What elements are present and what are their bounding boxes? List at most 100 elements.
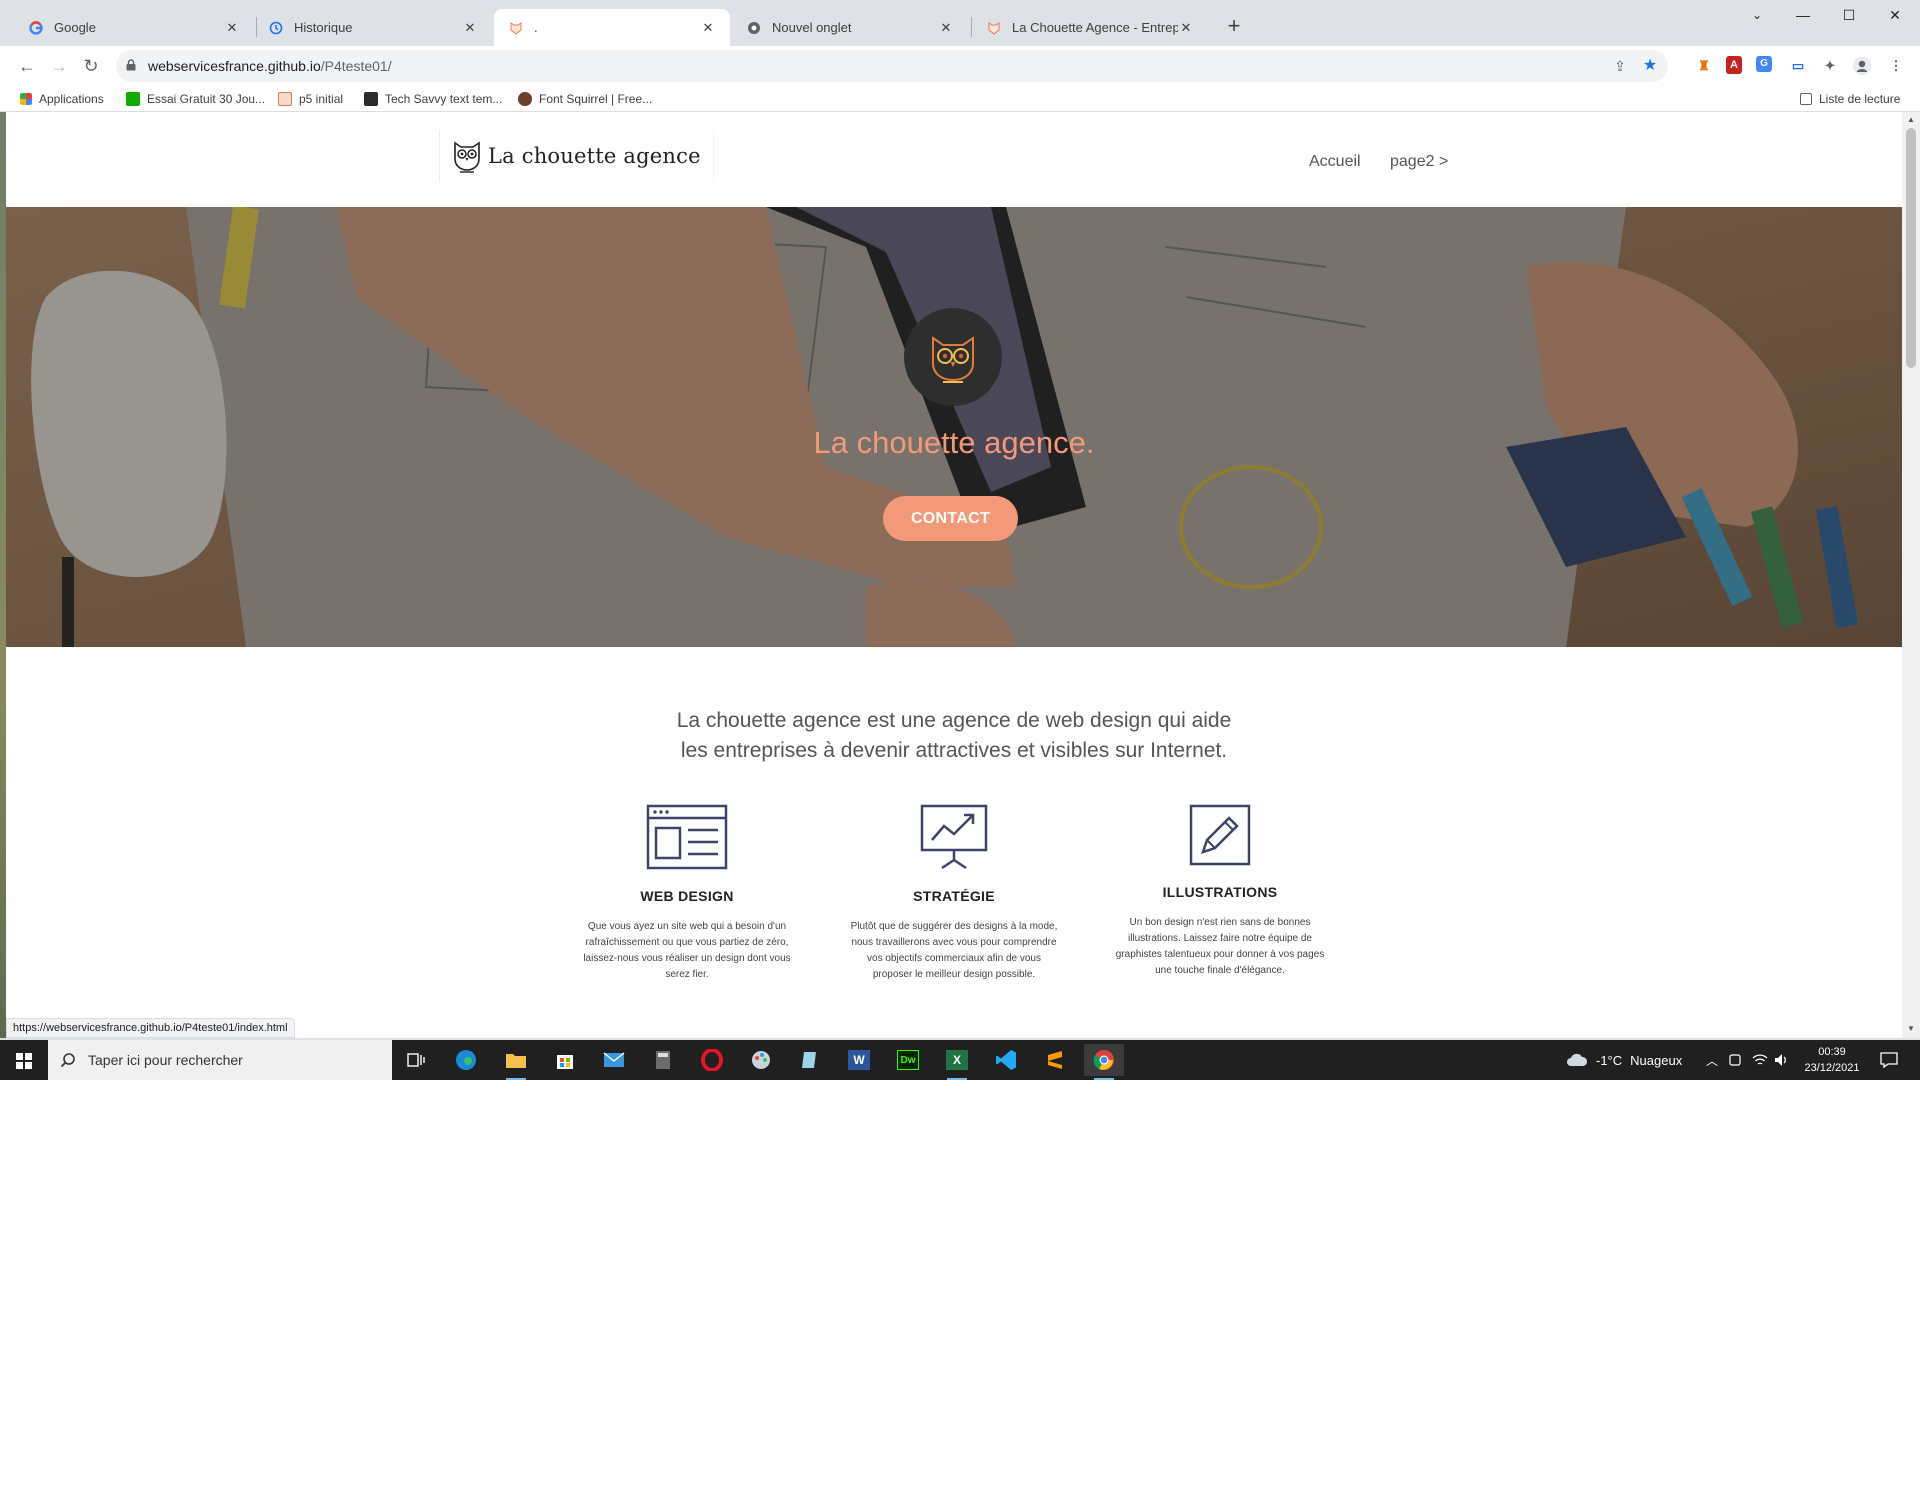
- word-icon[interactable]: W: [839, 1044, 879, 1076]
- tab-historique[interactable]: Historique ✕: [254, 9, 492, 46]
- extension-icon[interactable]: ♜: [1694, 56, 1714, 76]
- url-text[interactable]: webservicesfrance.github.io/P4teste01/: [148, 58, 392, 74]
- tab-chouette-agence[interactable]: La Chouette Agence - Entreprise ✕: [972, 9, 1208, 46]
- close-tab-icon[interactable]: ✕: [224, 20, 240, 36]
- feature-description-line: une touche finale d'élégance.: [1155, 965, 1285, 976]
- wifi-icon[interactable]: [1752, 1040, 1768, 1080]
- new-tab-button[interactable]: +: [1220, 12, 1248, 40]
- search-placeholder: Taper ici pour rechercher: [88, 1052, 243, 1068]
- feature-description-line: rafraîchissement ou que vous partiez de …: [585, 937, 789, 948]
- hero-title: La chouette agence.: [813, 425, 1095, 460]
- feature-web-design: WEB DESIGN Que vous ayez un site web qui…: [567, 804, 807, 983]
- feature-description-line: Que vous ayez un site web qui a besoin d…: [587, 921, 787, 932]
- meet-now-icon[interactable]: [1728, 1040, 1742, 1080]
- owl-logo-icon: [454, 141, 480, 173]
- close-tab-icon[interactable]: ✕: [462, 20, 478, 36]
- upwork-icon: [126, 92, 140, 106]
- tab-active-site[interactable]: . ✕: [494, 9, 730, 46]
- page-scrollbar[interactable]: ▲ ▼: [1902, 112, 1920, 1038]
- hero-section: La chouette agence. CONTACT: [6, 207, 1902, 647]
- feature-description-line: vos objectifs commerciaux afin de vous: [867, 953, 1041, 964]
- browser-toolbar: ← → ↻ webservicesfrance.github.io/P4test…: [0, 46, 1920, 86]
- taskbar-search[interactable]: Taper ici pour rechercher: [48, 1040, 392, 1080]
- close-tab-icon[interactable]: ✕: [700, 20, 716, 36]
- owl-favicon-icon: [508, 20, 524, 36]
- mail-icon[interactable]: [594, 1044, 634, 1076]
- tab-label: La Chouette Agence - Entreprise: [1012, 20, 1178, 35]
- notifications-icon[interactable]: [1880, 1040, 1898, 1080]
- contact-button[interactable]: CONTACT: [883, 496, 1018, 541]
- tab-search-chevron-icon[interactable]: ⌄: [1734, 0, 1780, 30]
- site-logo[interactable]: La chouette agence: [439, 130, 714, 182]
- intro-line: les entreprises à devenir attractives et…: [680, 739, 1228, 762]
- close-tab-icon[interactable]: ✕: [1178, 20, 1194, 36]
- start-button[interactable]: [0, 1040, 48, 1080]
- tab-nouvel-onglet[interactable]: Nouvel onglet ✕: [732, 9, 968, 46]
- task-view-icon[interactable]: [396, 1044, 436, 1076]
- close-tab-icon[interactable]: ✕: [938, 20, 954, 36]
- minimize-button[interactable]: —: [1780, 0, 1826, 30]
- vscode-icon[interactable]: [986, 1044, 1026, 1076]
- google-icon: [28, 20, 44, 36]
- bookmark-tech-savvy[interactable]: Tech Savvy text tem...: [364, 90, 502, 108]
- bookmark-applications[interactable]: Applications: [20, 90, 104, 108]
- paint-icon[interactable]: [741, 1044, 781, 1076]
- scroll-down-arrow-icon[interactable]: ▼: [1906, 1024, 1916, 1033]
- feature-description-line: graphistes talentueux pour donner à vos …: [1115, 949, 1325, 960]
- reload-icon[interactable]: ↻: [78, 53, 104, 79]
- feature-description-line: serez fier.: [665, 969, 709, 980]
- extensions-puzzle-icon[interactable]: ✦: [1820, 56, 1840, 76]
- reading-list-label: Liste de lecture: [1819, 92, 1901, 106]
- dreamweaver-icon[interactable]: Dw: [888, 1044, 928, 1076]
- taskbar-clock[interactable]: 00:39 23/12/2021: [1788, 1044, 1876, 1076]
- clock-date: 23/12/2021: [1804, 1062, 1860, 1074]
- share-icon[interactable]: ⇪: [1610, 56, 1630, 76]
- feature-title: ILLUSTRATIONS: [1162, 884, 1278, 900]
- strategy-icon: [920, 804, 988, 870]
- pdf-extension-icon[interactable]: A: [1726, 56, 1742, 74]
- url-path: /P4teste01/: [320, 58, 392, 74]
- bookmark-essai-gratuit[interactable]: Essai Gratuit 30 Jou...: [126, 90, 265, 108]
- sublime-text-icon[interactable]: [1035, 1044, 1075, 1076]
- tab-google[interactable]: Google ✕: [14, 9, 254, 46]
- cast-icon[interactable]: ▭: [1788, 56, 1808, 76]
- bookmark-label: p5 initial: [299, 92, 344, 106]
- back-arrow-icon[interactable]: ←: [14, 53, 40, 79]
- translate-extension-icon[interactable]: G: [1756, 56, 1772, 72]
- edge-icon[interactable]: [446, 1044, 486, 1076]
- scrollbar-thumb[interactable]: [1906, 128, 1916, 368]
- forward-arrow-icon[interactable]: →: [46, 53, 72, 79]
- tab-label: Historique: [294, 20, 353, 35]
- illustration-icon: [1189, 804, 1251, 866]
- menu-dots-icon[interactable]: ⋮: [1886, 56, 1906, 76]
- search-icon: [60, 1053, 75, 1068]
- bookmark-font-squirrel[interactable]: Font Squirrel | Free...: [518, 90, 652, 108]
- bookmark-p5-initial[interactable]: p5 initial: [278, 90, 343, 108]
- bookmark-label: Font Squirrel | Free...: [539, 92, 653, 106]
- reading-list-button[interactable]: Liste de lecture: [1800, 90, 1900, 108]
- nav-accueil-link[interactable]: Accueil: [1309, 153, 1361, 171]
- chrome-icon: [746, 20, 762, 36]
- notepad-icon[interactable]: [790, 1044, 830, 1076]
- weather-widget[interactable]: -1°C Nuageux: [1566, 1040, 1682, 1080]
- maximize-button[interactable]: ☐: [1826, 0, 1872, 30]
- profile-avatar-icon[interactable]: [1852, 56, 1872, 76]
- cloud-icon: [1567, 1053, 1588, 1066]
- owl-logo-icon: [932, 336, 974, 383]
- opera-icon[interactable]: [692, 1044, 732, 1076]
- bookmark-star-icon[interactable]: ★: [1640, 56, 1660, 76]
- scroll-up-arrow-icon[interactable]: ▲: [1906, 115, 1916, 124]
- nav-page2-link[interactable]: page2 >: [1390, 153, 1448, 171]
- calculator-icon[interactable]: [643, 1044, 683, 1076]
- excel-icon[interactable]: X: [937, 1044, 977, 1080]
- feature-illustrations: ILLUSTRATIONS Un bon design n'est rien s…: [1100, 804, 1340, 979]
- store-icon[interactable]: [545, 1044, 585, 1076]
- chrome-taskbar-icon[interactable]: [1084, 1044, 1124, 1080]
- tray-chevron-icon[interactable]: ︿: [1706, 1040, 1718, 1080]
- feature-description-line: illustrations. Laissez faire notre équip…: [1128, 933, 1312, 944]
- file-explorer-icon[interactable]: [496, 1044, 536, 1080]
- bookmark-label: Tech Savvy text tem...: [385, 92, 503, 106]
- site-header: La chouette agence Accueil page2 >: [6, 112, 1902, 207]
- close-window-button[interactable]: ✕: [1872, 0, 1918, 30]
- address-bar[interactable]: webservicesfrance.github.io/P4teste01/ ⇪…: [116, 50, 1668, 82]
